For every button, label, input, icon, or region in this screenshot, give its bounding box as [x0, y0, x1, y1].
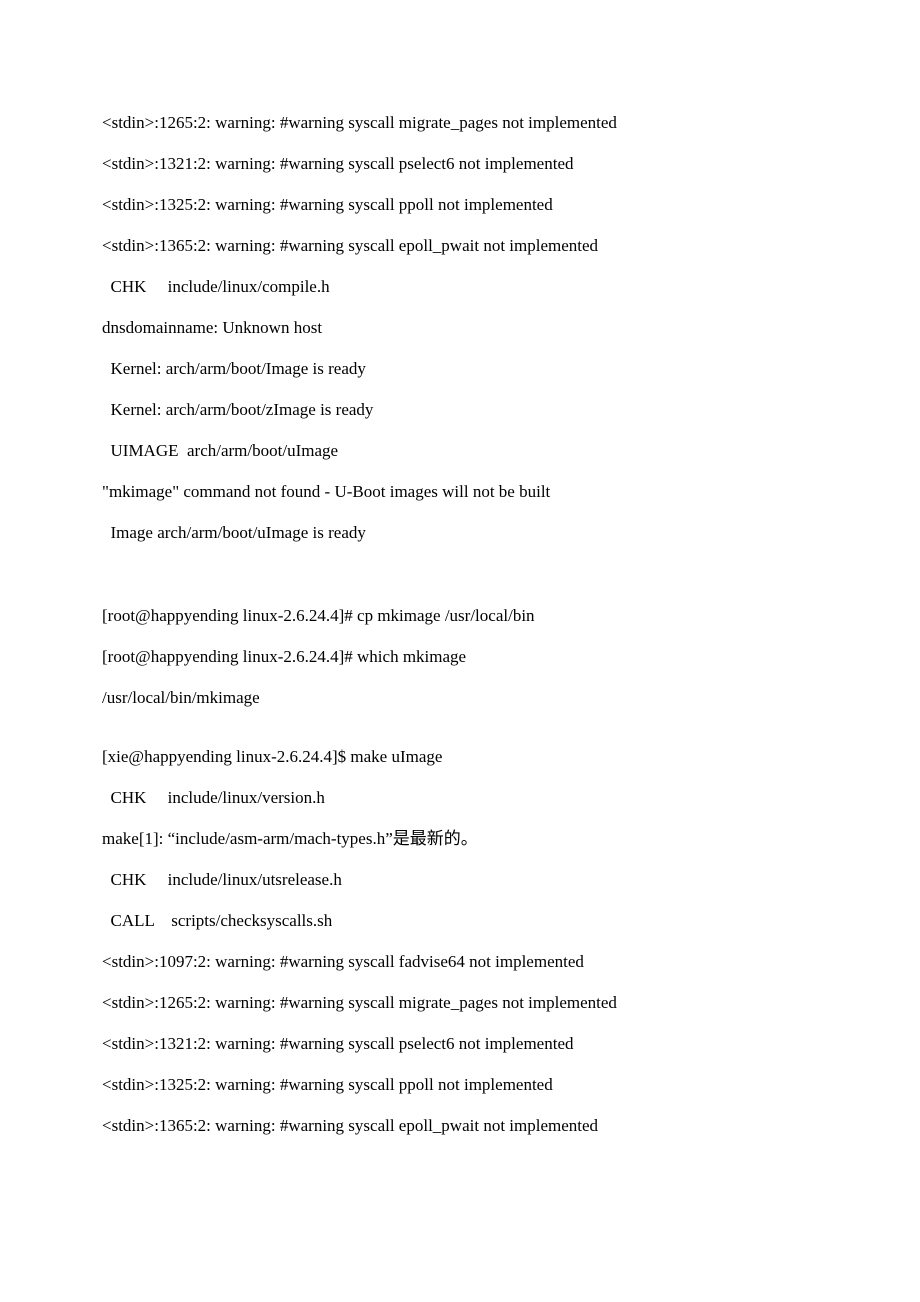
terminal-line: UIMAGE arch/arm/boot/uImage: [102, 442, 818, 459]
terminal-line: dnsdomainname: Unknown host: [102, 319, 818, 336]
terminal-line: <stdin>:1097:2: warning: #warning syscal…: [102, 953, 818, 970]
terminal-line: <stdin>:1365:2: warning: #warning syscal…: [102, 1117, 818, 1134]
terminal-line: <stdin>:1325:2: warning: #warning syscal…: [102, 1076, 818, 1093]
section-gap: [102, 730, 818, 748]
terminal-line: CHK include/linux/utsrelease.h: [102, 871, 818, 888]
terminal-line: "mkimage" command not found - U-Boot ima…: [102, 483, 818, 500]
terminal-line: <stdin>:1365:2: warning: #warning syscal…: [102, 237, 818, 254]
terminal-line: <stdin>:1321:2: warning: #warning syscal…: [102, 1035, 818, 1052]
terminal-line: [root@happyending linux-2.6.24.4]# cp mk…: [102, 607, 818, 624]
terminal-line: <stdin>:1265:2: warning: #warning syscal…: [102, 994, 818, 1011]
terminal-line: [root@happyending linux-2.6.24.4]# which…: [102, 648, 818, 665]
terminal-line: CHK include/linux/compile.h: [102, 278, 818, 295]
terminal-line: <stdin>:1321:2: warning: #warning syscal…: [102, 155, 818, 172]
terminal-line: /usr/local/bin/mkimage: [102, 689, 818, 706]
terminal-line: CHK include/linux/version.h: [102, 789, 818, 806]
terminal-line: Kernel: arch/arm/boot/zImage is ready: [102, 401, 818, 418]
terminal-line: Kernel: arch/arm/boot/Image is ready: [102, 360, 818, 377]
terminal-line: [xie@happyending linux-2.6.24.4]$ make u…: [102, 748, 818, 765]
section-gap: [102, 565, 818, 607]
terminal-line: CALL scripts/checksyscalls.sh: [102, 912, 818, 929]
terminal-line: <stdin>:1265:2: warning: #warning syscal…: [102, 114, 818, 131]
terminal-line: <stdin>:1325:2: warning: #warning syscal…: [102, 196, 818, 213]
terminal-line: make[1]: “include/asm-arm/mach-types.h”是…: [102, 830, 818, 847]
terminal-line: Image arch/arm/boot/uImage is ready: [102, 524, 818, 541]
